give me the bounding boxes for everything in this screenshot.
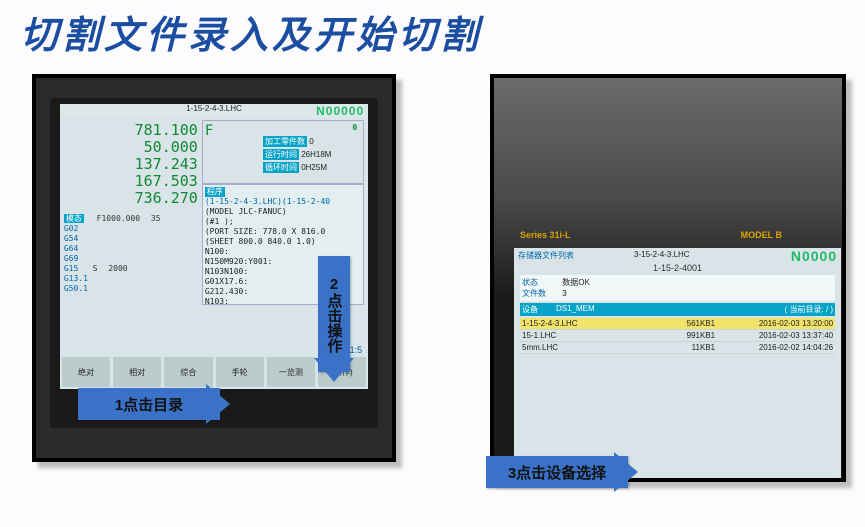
count-v: 3: [562, 289, 566, 298]
info-box: 状态 数据OK 文件数 3: [520, 275, 835, 301]
row-size: 561KB1: [667, 319, 715, 328]
prog-line: (SHEET 800.0 840.0 1.0): [205, 237, 316, 246]
f-label: F: [205, 123, 213, 139]
mode-g: G02: [64, 224, 88, 234]
f-val-1: 26H18M: [301, 150, 331, 159]
modes-header: 模态: [64, 214, 84, 223]
modes-sval: 2000: [108, 264, 127, 273]
right-topfile: 3-15-2-4-3.LHC: [634, 250, 690, 259]
prog-line: (MODEL JLC-FANUC): [205, 207, 287, 216]
mode-g: G13.1: [64, 274, 88, 284]
coord-0: 781.100: [66, 122, 198, 139]
sk-list[interactable]: 一览测: [267, 357, 315, 387]
sk-rel[interactable]: 相对: [113, 357, 161, 387]
coord-4: 736.270: [66, 190, 198, 207]
row-size: 991KB1: [667, 331, 715, 340]
mode-s: S: [93, 264, 98, 273]
mode-g: G69: [64, 254, 88, 264]
status-k: 状态: [522, 277, 560, 288]
f-tag-0: 加工零件数: [263, 136, 307, 147]
status-v: 数据OK: [562, 278, 590, 287]
prog-line: G212.430:: [205, 287, 248, 296]
page-title: 切割文件录入及开始切割: [20, 4, 482, 59]
prog-line: G01X17.6:: [205, 277, 248, 286]
th-dir: ( 当前目录: / ): [785, 304, 833, 315]
right-screen: 存储器文件列表 3-15-2-4-3.LHC N0000 1-15-2-4001…: [514, 248, 841, 482]
mode-g: G54: [64, 234, 88, 244]
sk-all[interactable]: 综合: [164, 357, 212, 387]
table-header: 设备 DS1_MEM ( 当前目录: / ): [520, 303, 835, 316]
annotation-step2: 2点击操作: [318, 256, 350, 372]
prog-line: N100:: [205, 247, 229, 256]
count-k: 文件数: [522, 288, 560, 299]
f-box: F 0 加工零件数 0 运行时间 26H18M 循环时间 0H25M: [202, 120, 364, 184]
f-tag-2: 循环时间: [263, 162, 299, 173]
prog-line: (PORT SIZE: 778.0 X 816.0: [205, 227, 325, 236]
prog-line: (#1 );: [205, 217, 234, 226]
coord-2: 137.243: [66, 156, 198, 173]
file-header: 1-15-2-4001: [514, 263, 841, 273]
right-seq: N0000: [791, 248, 837, 264]
modes-f: F1000.000: [97, 214, 140, 223]
arrow-down-icon: [314, 358, 354, 382]
th-dev: 设备: [522, 304, 556, 315]
arrow-right-icon: [206, 384, 230, 424]
prog-line: N103N100:: [205, 267, 248, 276]
mode-g: G50.1: [64, 284, 88, 294]
file-row[interactable]: 5mm.LHC 11KB1 2016-02-02 14:04:26: [520, 342, 835, 354]
file-row[interactable]: 1-15-2-4-3.LHC 561KB1 2016-02-03 13:20:0…: [520, 318, 835, 330]
row-name: 15-1.LHC: [522, 331, 667, 340]
brand-right: MODEL B: [741, 230, 782, 240]
f-tag-1: 运行时间: [263, 149, 299, 160]
coord-3: 167.503: [66, 173, 198, 190]
prog-line: N150M920:Y001:: [205, 257, 272, 266]
mode-g: G64: [64, 244, 88, 254]
sk-abs[interactable]: 绝对: [62, 357, 110, 387]
prog-header: 程序: [205, 187, 225, 197]
modes-panel: 模态 F1000.000 35 G02 G54 G64 G69 G15 S 20…: [64, 214, 194, 294]
sk-handle[interactable]: 手轮: [216, 357, 264, 387]
o-zero: 0: [352, 123, 357, 132]
row-size: 11KB1: [667, 343, 715, 352]
coord-block: 781.100 50.000 137.243 167.503 736.270: [66, 122, 198, 207]
th-name: DS1_MEM: [556, 304, 785, 315]
mode-g: G15: [64, 264, 88, 274]
prog-line-first: (1-15-2-4-3.LHC)(1-15-2-40: [205, 197, 330, 206]
file-row[interactable]: 15-1.LHC 991KB1 2016-02-03 13:37:40: [520, 330, 835, 342]
row-name: 1-15-2-4-3.LHC: [522, 319, 667, 328]
coord-1: 50.000: [66, 139, 198, 156]
row-name: 5mm.LHC: [522, 343, 667, 352]
row-ts: 2016-02-03 13:20:00: [715, 319, 833, 328]
annotation-step3: 3点击设备选择: [486, 456, 628, 488]
annotation-step1: 1点击目录: [78, 388, 220, 420]
arrow-right-icon: [614, 452, 638, 492]
f-val-2: 0H25M: [301, 163, 327, 172]
left-seq: N00000: [316, 104, 364, 118]
row-ts: 2016-02-03 13:37:40: [715, 331, 833, 340]
modes-m: 35: [151, 214, 161, 223]
f-val-0: 0: [309, 137, 313, 146]
row-ts: 2016-02-02 14:04:26: [715, 343, 833, 352]
prog-line: N103:: [205, 297, 229, 305]
brand-left: Series 31i-L: [520, 230, 571, 240]
right-photo: Series 31i-L MODEL B 存储器文件列表 3-15-2-4-3.…: [490, 74, 846, 482]
